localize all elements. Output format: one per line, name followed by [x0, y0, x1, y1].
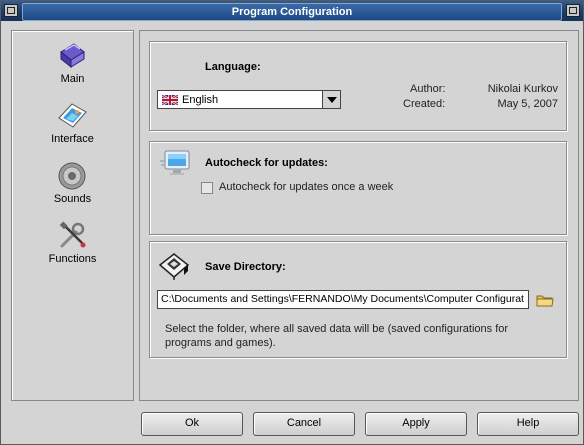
sidebar: Main Interface Sounds Functions: [11, 30, 134, 401]
interface-icon: [58, 103, 87, 128]
language-select-value: English: [182, 94, 219, 106]
author-value: Nikolai Kurkov: [487, 83, 558, 95]
folder-icon[interactable]: [536, 293, 554, 307]
sidebar-item-label: Functions: [48, 253, 97, 265]
autocheck-group: Autocheck for updates: Autocheck for upd…: [149, 141, 567, 235]
sidebar-item-label: Main: [60, 73, 85, 85]
autocheck-checkbox[interactable]: [201, 182, 213, 194]
created-value: May 5, 2007: [497, 98, 558, 110]
save-directory-heading: Save Directory:: [205, 261, 286, 273]
monitor-update-icon: [160, 150, 190, 175]
uk-flag-icon: [162, 95, 178, 105]
save-directory-description: Select the folder, where all saved data …: [165, 323, 509, 349]
system-menu-button[interactable]: [4, 4, 18, 17]
autocheck-checkbox-label[interactable]: Autocheck for updates once a week: [219, 181, 393, 193]
sidebar-item-label: Sounds: [53, 193, 92, 205]
sounds-icon: [58, 162, 86, 190]
language-heading: Language:: [205, 61, 261, 73]
settings-panel: Language: English Author: Nikolai Kurkov…: [139, 30, 579, 401]
created-label: Created:: [403, 98, 446, 110]
program-configuration-window: Program Configuration Main Interface Sou…: [0, 0, 584, 445]
sidebar-item-label: Interface: [51, 133, 94, 145]
help-button[interactable]: Help: [477, 412, 579, 436]
save-directory-group: Save Directory: C:\Documents and Setting…: [149, 241, 567, 358]
sidebar-item-functions[interactable]: Functions: [12, 220, 133, 276]
language-select[interactable]: English: [157, 90, 341, 109]
sidebar-item-main[interactable]: Main: [12, 40, 133, 96]
functions-icon: [59, 221, 86, 248]
language-group: Language: English Author: Nikolai Kurkov…: [149, 41, 567, 131]
floppy-disk-icon: [158, 253, 190, 280]
apply-button[interactable]: Apply: [365, 412, 467, 436]
sidebar-item-interface[interactable]: Interface: [12, 100, 133, 156]
close-button[interactable]: [566, 4, 580, 17]
main-icon: [60, 43, 85, 69]
save-directory-input[interactable]: C:\Documents and Settings\FERNANDO\My Do…: [157, 290, 529, 309]
title-bar[interactable]: Program Configuration: [1, 1, 583, 21]
author-label: Author:: [410, 83, 446, 95]
sidebar-item-sounds[interactable]: Sounds: [12, 160, 133, 216]
chevron-down-icon[interactable]: [322, 91, 340, 108]
autocheck-heading: Autocheck for updates:: [205, 157, 328, 169]
ok-button[interactable]: Ok: [141, 412, 243, 436]
cancel-button[interactable]: Cancel: [253, 412, 355, 436]
window-title: Program Configuration: [22, 3, 562, 21]
